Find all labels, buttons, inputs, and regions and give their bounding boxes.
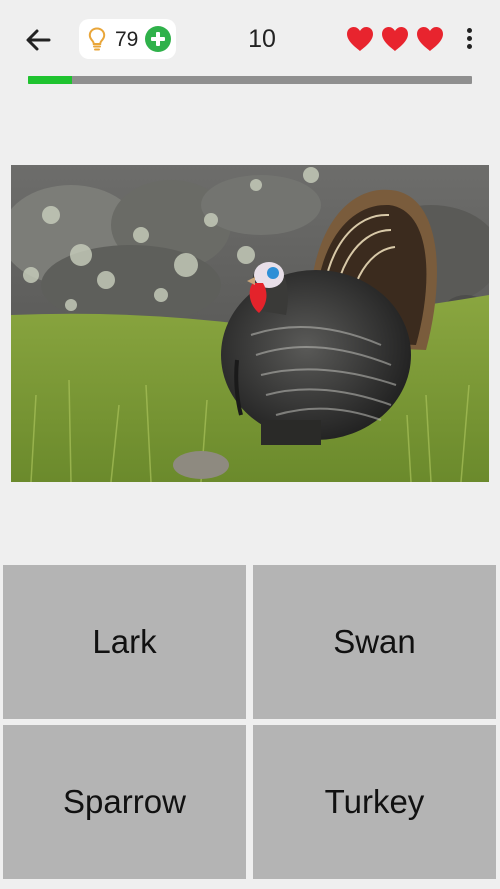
- answer-button[interactable]: Sparrow: [3, 725, 246, 879]
- top-bar: 79 10: [0, 0, 500, 78]
- lightbulb-icon: [88, 27, 106, 51]
- hint-count: 79: [115, 28, 139, 51]
- answer-grid: Lark Swan Sparrow Turkey: [0, 563, 500, 889]
- lives: [345, 25, 445, 55]
- plus-circle-icon[interactable]: [145, 26, 171, 52]
- answer-button[interactable]: Swan: [253, 565, 496, 719]
- answer-button[interactable]: Lark: [3, 565, 246, 719]
- heart-icon: [347, 27, 373, 51]
- back-button[interactable]: [22, 24, 54, 56]
- heart-icon: [417, 27, 443, 51]
- more-vertical-icon[interactable]: [459, 25, 479, 55]
- progress-fill: [28, 76, 73, 84]
- arrow-left-icon: [26, 29, 51, 51]
- question-photo: [11, 165, 489, 482]
- hints-counter[interactable]: 79: [79, 19, 176, 59]
- heart-icon: [382, 27, 408, 51]
- question-number: 10: [248, 25, 276, 53]
- answer-button[interactable]: Turkey: [253, 725, 496, 879]
- progress-bar: [28, 76, 472, 84]
